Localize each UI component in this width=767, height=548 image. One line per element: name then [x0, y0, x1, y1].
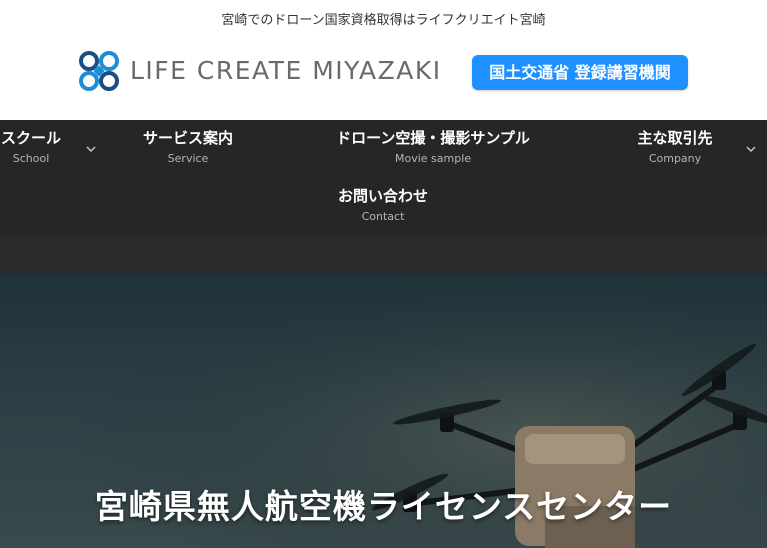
chevron-down-icon[interactable]	[85, 143, 97, 155]
nav-item-contact[interactable]: お問い合わせ Contact	[323, 186, 443, 225]
hero-section: 宮崎県無人航空機ライセンスセンター	[0, 274, 767, 548]
nav-item-movie-sample[interactable]: ドローン空撮・撮影サンプル Movie sample	[318, 128, 548, 167]
nav-item-sublabel: Movie sample	[394, 152, 472, 165]
hero-title: 宮崎県無人航空機ライセンスセンター	[94, 487, 673, 526]
drone-logo-icon	[79, 51, 119, 91]
site-logo[interactable]: LIFE CREATE MIYAZAKI 国土交通省 登録講習機関	[78, 50, 690, 92]
nav-item-sublabel: Contact	[361, 210, 405, 223]
nav-item-sublabel: School	[12, 152, 50, 165]
nav-bottom-band	[0, 236, 767, 274]
nav-item-school[interactable]: スクール School	[0, 128, 66, 167]
nav-item-company[interactable]: 主な取引先 Company	[620, 128, 730, 167]
chevron-down-icon[interactable]	[745, 143, 757, 155]
main-nav: スクール School サービス案内 Service ドローン空撮・撮影サンプル…	[0, 120, 767, 274]
nav-item-label: 主な取引先	[637, 129, 713, 147]
nav-item-sublabel: Service	[167, 152, 209, 165]
nav-item-label: お問い合わせ	[337, 187, 428, 205]
nav-item-label: スクール	[0, 129, 61, 147]
registration-badge: 国土交通省 登録講習機関	[472, 55, 688, 90]
tagline: 宮崎でのドローン国家資格取得はライフクリエイト宮崎	[221, 13, 546, 28]
nav-item-service[interactable]: サービス案内 Service	[128, 128, 248, 167]
nav-item-sublabel: Company	[648, 152, 702, 165]
logo-text: LIFE CREATE MIYAZAKI	[130, 56, 442, 85]
nav-item-label: サービス案内	[142, 129, 233, 147]
nav-item-label: ドローン空撮・撮影サンプル	[336, 129, 530, 147]
